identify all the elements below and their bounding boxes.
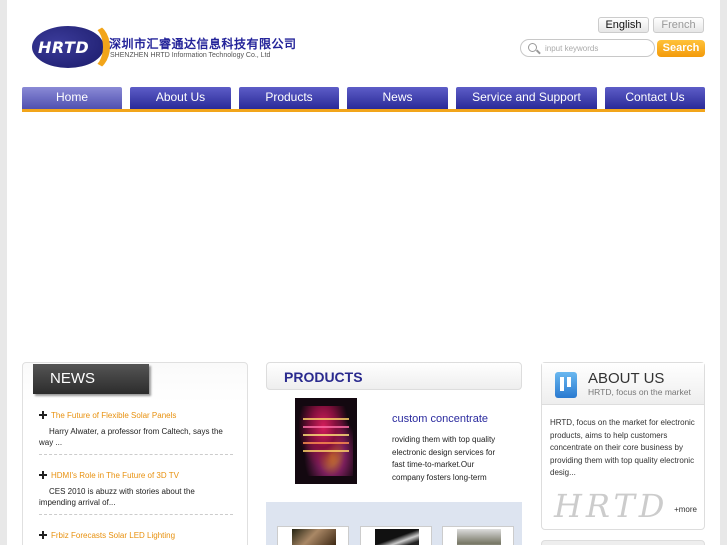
- logo-text: HRTD: [38, 38, 90, 57]
- divider: [39, 454, 233, 455]
- thumbnail-image: [457, 529, 501, 545]
- product-name[interactable]: custom concentrate: [392, 413, 488, 425]
- lang-french-button[interactable]: French: [653, 17, 704, 33]
- led-board-lines: [303, 418, 349, 420]
- news-item-link[interactable]: Frbiz Forecasts Solar LED Lighting: [39, 529, 233, 541]
- search-button[interactable]: Search: [657, 40, 705, 57]
- news-item: The Future of Flexible Solar Panels Harr…: [39, 409, 233, 455]
- search-input[interactable]: [545, 42, 649, 54]
- more-link[interactable]: +more: [674, 505, 697, 514]
- news-heading: NEWS: [33, 364, 149, 394]
- news-item: Frbiz Forecasts Solar LED Lighting: [39, 529, 233, 541]
- products-header: PRODUCTS: [266, 362, 522, 390]
- about-text: HRTD, focus on the market for electronic…: [550, 418, 695, 477]
- about-info-icon: [555, 372, 577, 398]
- nav-service-support[interactable]: Service and Support: [456, 87, 597, 109]
- news-item-summary: CES 2010 is abuzz with stories about the…: [39, 487, 195, 507]
- news-item-title: The Future of Flexible Solar Panels: [51, 410, 177, 420]
- plus-icon: [39, 531, 47, 539]
- about-subtitle: HRTD, focus on the market: [588, 387, 691, 397]
- led-board-glow: [299, 406, 353, 476]
- company-logo[interactable]: HRTD: [32, 23, 110, 71]
- thumbnail-image: [375, 529, 419, 545]
- nav-home[interactable]: Home: [22, 87, 122, 109]
- lang-english-button[interactable]: English: [598, 17, 649, 33]
- search-box[interactable]: [520, 39, 655, 57]
- about-panel: ABOUT US HRTD, focus on the market HRTD,…: [541, 362, 705, 530]
- product-thumbnail[interactable]: [277, 526, 349, 545]
- news-item-link[interactable]: HDMI's Role in The Future of 3D TV: [39, 469, 233, 481]
- main-nav: Home About Us Products News Service and …: [22, 87, 705, 112]
- about-header: ABOUT US HRTD, focus on the market: [542, 363, 704, 405]
- company-name-cn: 深圳市汇睿通达信息科技有限公司: [109, 37, 297, 51]
- product-thumbnail[interactable]: [442, 526, 514, 545]
- nav-products[interactable]: Products: [239, 87, 339, 109]
- product-thumbnail-strip: [266, 502, 522, 545]
- search-icon: [528, 43, 537, 52]
- news-item-summary: Harry Alwater, a professor from Caltech,…: [39, 427, 223, 447]
- nav-about-us[interactable]: About Us: [130, 87, 231, 109]
- thumbnail-image: [292, 529, 336, 545]
- company-name-en: SHENZHEN HRTD Information Technology Co.…: [110, 52, 271, 59]
- news-item-title: Frbiz Forecasts Solar LED Lighting: [51, 530, 176, 540]
- product-image[interactable]: [295, 398, 357, 484]
- news-item-link[interactable]: The Future of Flexible Solar Panels: [39, 409, 233, 421]
- product-thumbnail[interactable]: [360, 526, 432, 545]
- news-item-title: HDMI's Role in The Future of 3D TV: [51, 470, 179, 480]
- products-heading: PRODUCTS: [284, 369, 363, 385]
- secondary-panel-edge: [541, 540, 705, 545]
- about-heading: ABOUT US: [588, 370, 665, 387]
- nav-news[interactable]: News: [347, 87, 448, 109]
- nav-contact-us[interactable]: Contact Us: [605, 87, 705, 109]
- news-panel: NEWS The Future of Flexible Solar Panels…: [22, 362, 248, 545]
- divider: [39, 514, 233, 515]
- plus-icon: [39, 471, 47, 479]
- product-description: roviding them with top quality electroni…: [392, 435, 496, 482]
- news-item: HDMI's Role in The Future of 3D TV CES 2…: [39, 469, 233, 515]
- about-signature: HRTD: [554, 487, 669, 525]
- products-panel: PRODUCTS custom concentrate roviding the…: [266, 362, 522, 545]
- page: HRTD 深圳市汇睿通达信息科技有限公司 SHENZHEN HRTD Infor…: [7, 0, 720, 545]
- plus-icon: [39, 411, 47, 419]
